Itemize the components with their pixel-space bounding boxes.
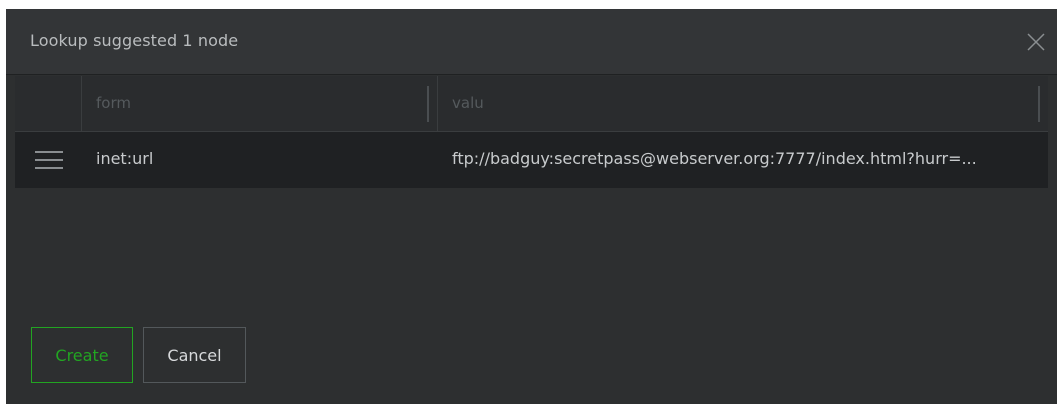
dialog-title: Lookup suggested 1 node xyxy=(30,31,239,50)
dialog-header: Lookup suggested 1 node xyxy=(6,9,1057,75)
cell-valu-text: ftp://badguy:secretpass@webserver.org:77… xyxy=(452,149,977,168)
cell-form: inet:url xyxy=(82,132,438,188)
table-row[interactable]: inet:url ftp://badguy:secretpass@webserv… xyxy=(15,132,1048,188)
column-header-label: form xyxy=(96,94,131,112)
column-header-handle xyxy=(15,76,82,132)
cell-form-text: inet:url xyxy=(96,149,154,168)
lookup-dialog: Lookup suggested 1 node form valu inet:u… xyxy=(6,9,1057,404)
cell-valu: ftp://badguy:secretpass@webserver.org:77… xyxy=(438,132,1048,188)
column-header-valu[interactable]: valu xyxy=(438,76,1048,132)
close-icon xyxy=(1027,33,1045,51)
cancel-button[interactable]: Cancel xyxy=(143,327,246,383)
column-header-label: valu xyxy=(452,94,484,112)
column-header-form[interactable]: form xyxy=(82,76,438,132)
row-handle-cell[interactable] xyxy=(15,132,82,188)
drag-handle-icon[interactable] xyxy=(35,151,63,171)
column-resize-handle[interactable] xyxy=(1038,86,1040,122)
close-button[interactable] xyxy=(1023,29,1049,55)
create-button[interactable]: Create xyxy=(31,327,133,383)
grid-header: form valu xyxy=(15,76,1048,132)
column-resize-handle[interactable] xyxy=(427,86,429,122)
results-grid: form valu inet:url ftp://badguy:secretpa xyxy=(15,76,1048,188)
